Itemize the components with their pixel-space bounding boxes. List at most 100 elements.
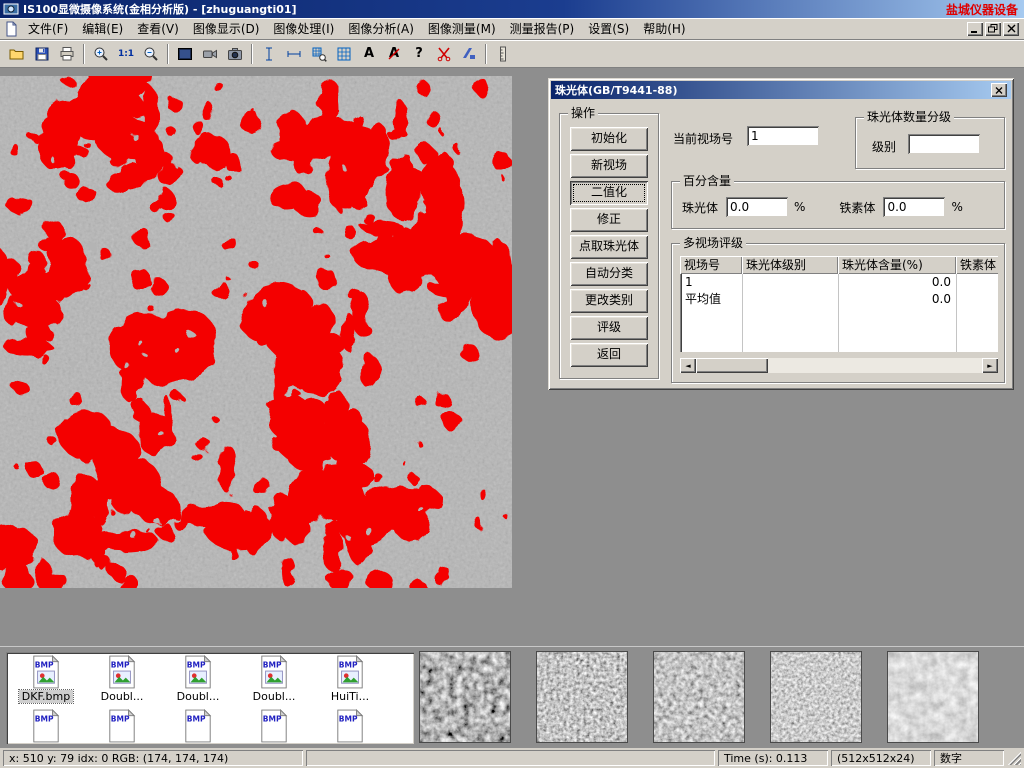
bottom-panel: BMP DKF.bmp BMP Doubl... [0,646,1024,748]
file-item[interactable]: BMP [8,709,84,743]
mdi-close-button[interactable] [1003,22,1019,36]
percent-sign: % [794,200,805,214]
camera-button[interactable] [223,42,247,66]
cell-field-number: 1 [680,274,742,291]
thumbnail-1[interactable] [420,652,510,742]
grid-button[interactable] [332,42,356,66]
status-time: Time (s): 0.113 [718,750,828,766]
table-row[interactable]: 1 0.0 [680,274,998,291]
resize-grip[interactable] [1007,751,1021,765]
menubar: 文件(F) 编辑(E) 查看(V) 图像显示(D) 图像处理(I) 图像分析(A… [0,18,1024,40]
col-field-number[interactable]: 视场号 [680,256,742,274]
window-title: IS100显微摄像系统(金相分析版) - [zhuguangti01] [23,1,942,17]
scroll-left-button[interactable]: ◄ [680,358,696,373]
file-name: HuiTi... [328,690,372,703]
vertical-caliper-icon [261,46,277,62]
cut-button[interactable] [432,42,456,66]
file-item[interactable]: BMP Doubl... [84,655,160,703]
change-category-button[interactable]: 更改类别 [570,289,648,313]
table-row[interactable]: 平均值 0.0 [680,291,998,308]
mdi-restore-button[interactable] [985,22,1001,36]
video-camera-button[interactable] [198,42,222,66]
correct-button[interactable]: 修正 [570,208,648,232]
menu-view[interactable]: 查看(V) [130,18,186,39]
live-capture-button[interactable] [173,42,197,66]
calibration-button[interactable] [457,42,481,66]
file-item-dkf[interactable]: BMP DKF.bmp [8,655,84,703]
menu-help[interactable]: 帮助(H) [636,18,692,39]
grid-line [742,274,743,352]
titlebar[interactable]: IS100显微摄像系统(金相分析版) - [zhuguangti01] 盐城仪器… [0,0,1024,18]
menu-measure-report[interactable]: 测量报告(P) [503,18,582,39]
save-button[interactable] [30,42,54,66]
live-image-icon [177,46,193,62]
mdi-minimize-button[interactable] [967,22,983,36]
grade-input[interactable] [908,134,980,154]
dialog-close-button[interactable] [991,83,1007,97]
menu-edit[interactable]: 编辑(E) [75,18,130,39]
menu-image-processing[interactable]: 图像处理(I) [266,18,341,39]
pearlite-percent-input[interactable] [726,197,788,217]
file-name: Doubl... [98,690,147,703]
col-ferrite-content[interactable]: 铁素体 [956,256,998,274]
multi-field-table[interactable]: 视场号 珠光体级别 珠光体含量(%) 铁素体 1 0.0 平均值 [680,256,998,352]
percent-group: 百分含量 珠光体 % 铁素体 % [671,181,1005,229]
dialog-titlebar[interactable]: 珠光体(GB/T9441-88) [551,81,1011,99]
return-button[interactable]: 返回 [570,343,648,367]
save-icon [34,46,50,62]
menu-image-measure[interactable]: 图像测量(M) [421,18,503,39]
measure-vertical-button[interactable] [257,42,281,66]
metallographic-image[interactable] [0,76,512,588]
file-item[interactable]: BMP Doubl... [160,655,236,703]
file-list[interactable]: BMP DKF.bmp BMP Doubl... [6,652,414,744]
menu-settings[interactable]: 设置(S) [581,18,636,39]
document-icon[interactable] [3,21,19,37]
help-button[interactable]: ? [407,42,431,66]
ferrite-percent-input[interactable] [883,197,945,217]
file-item[interactable]: BMP [236,709,312,743]
scroll-right-button[interactable]: ► [982,358,998,373]
scroll-thumb[interactable] [696,358,768,373]
print-button[interactable] [55,42,79,66]
init-button[interactable]: 初始化 [570,127,648,151]
file-item[interactable]: BMP Doubl... [236,655,312,703]
zoom-in-button[interactable] [89,42,113,66]
delete-annotation-button[interactable]: A [382,42,406,66]
thumbnail-3[interactable] [654,652,744,742]
rate-button[interactable]: 评级 [570,316,648,340]
zoom-out-button[interactable] [139,42,163,66]
file-item[interactable]: BMP [160,709,236,743]
new-field-button[interactable]: 新视场 [570,154,648,178]
ruler-button[interactable] [491,42,515,66]
pick-pearlite-button[interactable]: 点取珠光体 [570,235,648,259]
thumbnail-4[interactable] [771,652,861,742]
grade-label: 级别 [872,138,896,155]
scroll-track[interactable] [696,358,982,373]
thumbnail-2[interactable] [537,652,627,742]
restore-icon [988,24,998,33]
binarize-button[interactable]: 二值化 [570,181,648,205]
text-annotation-button[interactable]: A [357,42,381,66]
open-button[interactable] [5,42,29,66]
menu-image-analysis[interactable]: 图像分析(A) [341,18,421,39]
menu-file[interactable]: 文件(F) [21,18,75,39]
actual-size-button[interactable]: 1:1 [114,42,138,66]
close-icon [995,87,1003,94]
col-pearlite-content[interactable]: 珠光体含量(%) [838,256,956,274]
current-field-input[interactable] [747,126,819,146]
measure-horizontal-button[interactable] [282,42,306,66]
file-item[interactable]: BMP [312,709,388,743]
col-pearlite-grade[interactable]: 珠光体级别 [742,256,838,274]
cell-pearlite-grade [742,274,838,291]
bmp-file-icon: BMP [31,709,61,743]
auto-classify-button[interactable]: 自动分类 [570,262,648,286]
menu-image-display[interactable]: 图像显示(D) [186,18,267,39]
thumbnail-5[interactable] [888,652,978,742]
bmp-file-icon: BMP [183,655,213,689]
table-hscrollbar[interactable]: ◄ ► [680,358,998,373]
file-item[interactable]: BMP [84,709,160,743]
file-item[interactable]: BMP HuiTi... [312,655,388,703]
horizontal-caliper-icon [286,46,302,62]
current-field-label: 当前视场号 [673,130,733,147]
edge-find-button[interactable] [307,42,331,66]
